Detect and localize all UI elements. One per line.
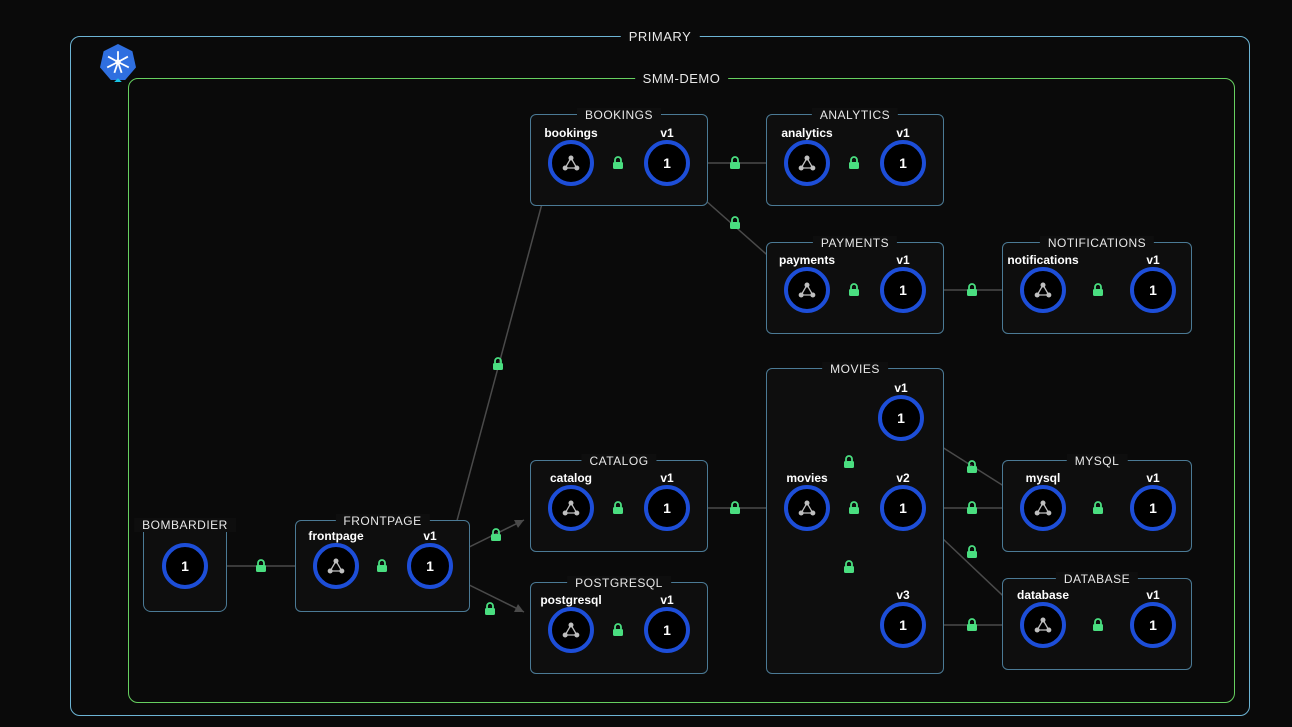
movies-v2-value: 1 [899, 500, 907, 516]
payments-v1-value: 1 [899, 282, 907, 298]
movies-node-v3[interactable]: v3 1 [880, 602, 926, 648]
bombardier-v1-value: 1 [181, 558, 189, 574]
payments-node-v1[interactable]: v1 1 [880, 267, 926, 313]
catalog-v1-value: 1 [663, 500, 671, 516]
frontpage-service-name: frontpage [308, 529, 363, 543]
frontpage-node-v1[interactable]: v1 1 [407, 543, 453, 589]
kubernetes-icon [100, 44, 136, 80]
postgresql-service-name: postgresql [540, 593, 601, 607]
analytics-v1-value: 1 [899, 155, 907, 171]
catalog-service-name: catalog [550, 471, 592, 485]
bookings-service-node[interactable]: bookings [548, 140, 594, 186]
catalog-service-node[interactable]: catalog [548, 485, 594, 531]
movies-v1-value: 1 [897, 410, 905, 426]
movies-service-name: movies [786, 471, 827, 485]
analytics-v1-label: v1 [896, 126, 909, 140]
postgresql-node-v1[interactable]: v1 1 [644, 607, 690, 653]
database-v1-label: v1 [1146, 588, 1159, 602]
database-service-node[interactable]: database [1020, 602, 1066, 648]
database-service-name: database [1017, 588, 1069, 602]
catalog-node-v1[interactable]: v1 1 [644, 485, 690, 531]
notifications-v1-label: v1 [1146, 253, 1159, 267]
bombardier-node-v1[interactable]: 1 [162, 543, 208, 589]
bookings-node-v1[interactable]: v1 1 [644, 140, 690, 186]
postgresql-v1-label: v1 [660, 593, 673, 607]
payments-v1-label: v1 [896, 253, 909, 267]
notifications-node-v1[interactable]: v1 1 [1130, 267, 1176, 313]
analytics-service-name: analytics [781, 126, 832, 140]
movies-v3-value: 1 [899, 617, 907, 633]
notifications-service-name: notifications [1007, 253, 1078, 267]
bookings-v1-value: 1 [663, 155, 671, 171]
payments-service-node[interactable]: payments [784, 267, 830, 313]
mysql-service-node[interactable]: mysql [1020, 485, 1066, 531]
movies-v3-label: v3 [896, 588, 909, 602]
notifications-v1-value: 1 [1149, 282, 1157, 298]
database-node-v1[interactable]: v1 1 [1130, 602, 1176, 648]
movies-v2-label: v2 [896, 471, 909, 485]
analytics-node-v1[interactable]: v1 1 [880, 140, 926, 186]
bookings-v1-label: v1 [660, 126, 673, 140]
frontpage-v1-label: v1 [423, 529, 436, 543]
movies-node-v1[interactable]: v1 1 [878, 395, 924, 441]
notifications-service-node[interactable]: notifications [1020, 267, 1066, 313]
movies-service-node[interactable]: movies [784, 485, 830, 531]
movies-node-v2[interactable]: v2 1 [880, 485, 926, 531]
postgresql-v1-value: 1 [663, 622, 671, 638]
mysql-service-name: mysql [1026, 471, 1061, 485]
cluster-label: PRIMARY [621, 29, 700, 44]
mysql-node-v1[interactable]: v1 1 [1130, 485, 1176, 531]
catalog-v1-label: v1 [660, 471, 673, 485]
frontpage-service-node[interactable]: frontpage [313, 543, 359, 589]
analytics-service-node[interactable]: analytics [784, 140, 830, 186]
movies-v1-label: v1 [894, 381, 907, 395]
frontpage-v1-value: 1 [426, 558, 434, 574]
postgresql-service-node[interactable]: postgresql [548, 607, 594, 653]
payments-service-name: payments [779, 253, 835, 267]
bookings-service-name: bookings [544, 126, 597, 140]
database-v1-value: 1 [1149, 617, 1157, 633]
mysql-v1-label: v1 [1146, 471, 1159, 485]
mysql-v1-value: 1 [1149, 500, 1157, 516]
